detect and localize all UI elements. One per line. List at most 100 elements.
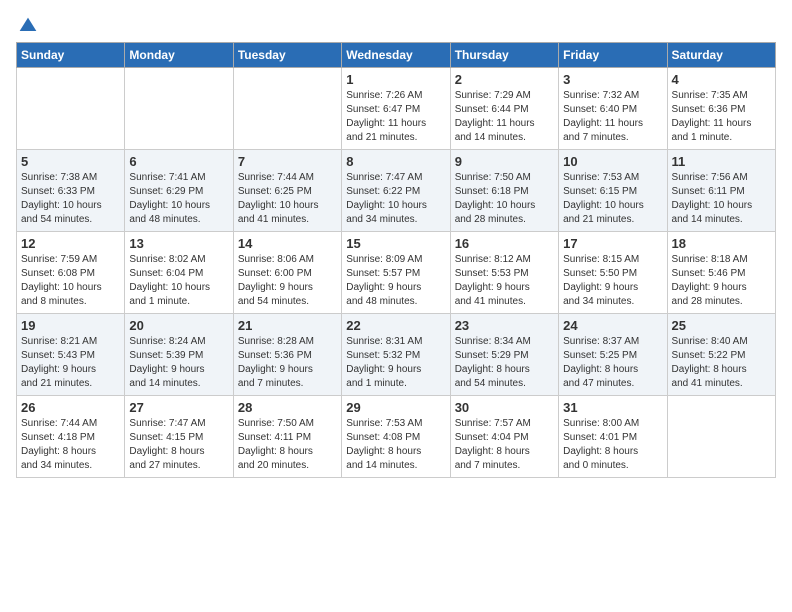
- cell-content: Sunrise: 7:26 AM Sunset: 6:47 PM Dayligh…: [346, 89, 445, 145]
- calendar-cell: 2 Sunrise: 7:29 AM Sunset: 6:44 PM Daylig…: [450, 68, 558, 150]
- calendar-cell: 29 Sunrise: 7:53 AM Sunset: 4:08 PM Dayli…: [342, 396, 450, 478]
- calendar-cell: 8 Sunrise: 7:47 AM Sunset: 6:22 PM Daylig…: [342, 150, 450, 232]
- calendar-cell: 4 Sunrise: 7:35 AM Sunset: 6:36 PM Daylig…: [667, 68, 775, 150]
- calendar-cell: 11 Sunrise: 7:56 AM Sunset: 6:11 PM Dayli…: [667, 150, 775, 232]
- header-day-wednesday: Wednesday: [342, 43, 450, 68]
- day-number: 5: [21, 154, 120, 169]
- week-row-2: 5 Sunrise: 7:38 AM Sunset: 6:33 PM Daylig…: [17, 150, 776, 232]
- cell-content: Sunrise: 7:53 AM Sunset: 6:15 PM Dayligh…: [563, 171, 662, 227]
- cell-content: Sunrise: 7:35 AM Sunset: 6:36 PM Dayligh…: [672, 89, 771, 145]
- cell-content: Sunrise: 7:56 AM Sunset: 6:11 PM Dayligh…: [672, 171, 771, 227]
- cell-content: Sunrise: 8:40 AM Sunset: 5:22 PM Dayligh…: [672, 335, 771, 391]
- calendar-cell: 6 Sunrise: 7:41 AM Sunset: 6:29 PM Daylig…: [125, 150, 233, 232]
- day-number: 30: [455, 400, 554, 415]
- cell-content: Sunrise: 7:50 AM Sunset: 4:11 PM Dayligh…: [238, 417, 337, 473]
- day-number: 26: [21, 400, 120, 415]
- day-number: 15: [346, 236, 445, 251]
- day-number: 8: [346, 154, 445, 169]
- calendar-cell: 25 Sunrise: 8:40 AM Sunset: 5:22 PM Dayli…: [667, 314, 775, 396]
- cell-content: Sunrise: 7:41 AM Sunset: 6:29 PM Dayligh…: [129, 171, 228, 227]
- week-row-5: 26 Sunrise: 7:44 AM Sunset: 4:18 PM Dayli…: [17, 396, 776, 478]
- header-day-thursday: Thursday: [450, 43, 558, 68]
- calendar-cell: 15 Sunrise: 8:09 AM Sunset: 5:57 PM Dayli…: [342, 232, 450, 314]
- week-row-1: 1Sunrise: 7:26 AM Sunset: 6:47 PM Daylig…: [17, 68, 776, 150]
- day-number: 6: [129, 154, 228, 169]
- day-number: 9: [455, 154, 554, 169]
- header-day-tuesday: Tuesday: [233, 43, 341, 68]
- cell-content: Sunrise: 8:24 AM Sunset: 5:39 PM Dayligh…: [129, 335, 228, 391]
- day-number: 24: [563, 318, 662, 333]
- calendar-cell: 21Sunrise: 8:28 AM Sunset: 5:36 PM Dayli…: [233, 314, 341, 396]
- day-number: 28: [238, 400, 337, 415]
- calendar-cell: 31Sunrise: 8:00 AM Sunset: 4:01 PM Dayli…: [559, 396, 667, 478]
- cell-content: Sunrise: 8:34 AM Sunset: 5:29 PM Dayligh…: [455, 335, 554, 391]
- cell-content: Sunrise: 7:53 AM Sunset: 4:08 PM Dayligh…: [346, 417, 445, 473]
- cell-content: Sunrise: 7:44 AM Sunset: 4:18 PM Dayligh…: [21, 417, 120, 473]
- cell-content: Sunrise: 8:00 AM Sunset: 4:01 PM Dayligh…: [563, 417, 662, 473]
- day-number: 16: [455, 236, 554, 251]
- day-number: 29: [346, 400, 445, 415]
- cell-content: Sunrise: 8:12 AM Sunset: 5:53 PM Dayligh…: [455, 253, 554, 309]
- day-number: 10: [563, 154, 662, 169]
- day-number: 21: [238, 318, 337, 333]
- cell-content: Sunrise: 7:50 AM Sunset: 6:18 PM Dayligh…: [455, 171, 554, 227]
- day-number: 22: [346, 318, 445, 333]
- cell-content: Sunrise: 7:44 AM Sunset: 6:25 PM Dayligh…: [238, 171, 337, 227]
- calendar-cell: 22 Sunrise: 8:31 AM Sunset: 5:32 PM Dayli…: [342, 314, 450, 396]
- calendar-header: SundayMondayTuesdayWednesdayThursdayFrid…: [17, 43, 776, 68]
- cell-content: Sunrise: 8:18 AM Sunset: 5:46 PM Dayligh…: [672, 253, 771, 309]
- calendar-cell: 10 Sunrise: 7:53 AM Sunset: 6:15 PM Dayli…: [559, 150, 667, 232]
- cell-content: Sunrise: 8:09 AM Sunset: 5:57 PM Dayligh…: [346, 253, 445, 309]
- cell-content: Sunrise: 8:21 AM Sunset: 5:43 PM Dayligh…: [21, 335, 120, 391]
- day-number: 14: [238, 236, 337, 251]
- cell-content: Sunrise: 7:38 AM Sunset: 6:33 PM Dayligh…: [21, 171, 120, 227]
- cell-content: Sunrise: 8:37 AM Sunset: 5:25 PM Dayligh…: [563, 335, 662, 391]
- day-number: 18: [672, 236, 771, 251]
- header-day-monday: Monday: [125, 43, 233, 68]
- calendar-cell: 20 Sunrise: 8:24 AM Sunset: 5:39 PM Dayli…: [125, 314, 233, 396]
- page-header: [16, 16, 776, 32]
- calendar-cell: 24 Sunrise: 8:37 AM Sunset: 5:25 PM Dayli…: [559, 314, 667, 396]
- calendar-cell: 1Sunrise: 7:26 AM Sunset: 6:47 PM Daylig…: [342, 68, 450, 150]
- calendar-cell: 26 Sunrise: 7:44 AM Sunset: 4:18 PM Dayli…: [17, 396, 125, 478]
- cell-content: Sunrise: 7:47 AM Sunset: 4:15 PM Dayligh…: [129, 417, 228, 473]
- week-row-3: 12Sunrise: 7:59 AM Sunset: 6:08 PM Dayli…: [17, 232, 776, 314]
- calendar-cell: 16 Sunrise: 8:12 AM Sunset: 5:53 PM Dayli…: [450, 232, 558, 314]
- calendar-cell: 30Sunrise: 7:57 AM Sunset: 4:04 PM Dayli…: [450, 396, 558, 478]
- calendar-cell: [233, 68, 341, 150]
- day-number: 11: [672, 154, 771, 169]
- day-number: 23: [455, 318, 554, 333]
- day-number: 2: [455, 72, 554, 87]
- cell-content: Sunrise: 7:32 AM Sunset: 6:40 PM Dayligh…: [563, 89, 662, 145]
- cell-content: Sunrise: 8:15 AM Sunset: 5:50 PM Dayligh…: [563, 253, 662, 309]
- cell-content: Sunrise: 8:31 AM Sunset: 5:32 PM Dayligh…: [346, 335, 445, 391]
- calendar-cell: [17, 68, 125, 150]
- cell-content: Sunrise: 8:02 AM Sunset: 6:04 PM Dayligh…: [129, 253, 228, 309]
- calendar-cell: 5 Sunrise: 7:38 AM Sunset: 6:33 PM Daylig…: [17, 150, 125, 232]
- cell-content: Sunrise: 7:47 AM Sunset: 6:22 PM Dayligh…: [346, 171, 445, 227]
- day-number: 3: [563, 72, 662, 87]
- calendar-cell: 13 Sunrise: 8:02 AM Sunset: 6:04 PM Dayli…: [125, 232, 233, 314]
- calendar-body: 1Sunrise: 7:26 AM Sunset: 6:47 PM Daylig…: [17, 68, 776, 478]
- day-number: 7: [238, 154, 337, 169]
- calendar-cell: 28 Sunrise: 7:50 AM Sunset: 4:11 PM Dayli…: [233, 396, 341, 478]
- calendar-cell: 7 Sunrise: 7:44 AM Sunset: 6:25 PM Daylig…: [233, 150, 341, 232]
- calendar-cell: 12Sunrise: 7:59 AM Sunset: 6:08 PM Dayli…: [17, 232, 125, 314]
- day-number: 13: [129, 236, 228, 251]
- logo: [16, 16, 38, 32]
- calendar-table: SundayMondayTuesdayWednesdayThursdayFrid…: [16, 42, 776, 478]
- cell-content: Sunrise: 7:29 AM Sunset: 6:44 PM Dayligh…: [455, 89, 554, 145]
- calendar-cell: [667, 396, 775, 478]
- week-row-4: 19 Sunrise: 8:21 AM Sunset: 5:43 PM Dayli…: [17, 314, 776, 396]
- day-number: 25: [672, 318, 771, 333]
- calendar-cell: 18 Sunrise: 8:18 AM Sunset: 5:46 PM Dayli…: [667, 232, 775, 314]
- header-row: SundayMondayTuesdayWednesdayThursdayFrid…: [17, 43, 776, 68]
- header-day-sunday: Sunday: [17, 43, 125, 68]
- day-number: 27: [129, 400, 228, 415]
- day-number: 19: [21, 318, 120, 333]
- calendar-cell: 19 Sunrise: 8:21 AM Sunset: 5:43 PM Dayli…: [17, 314, 125, 396]
- calendar-cell: 27 Sunrise: 7:47 AM Sunset: 4:15 PM Dayli…: [125, 396, 233, 478]
- header-day-saturday: Saturday: [667, 43, 775, 68]
- day-number: 20: [129, 318, 228, 333]
- day-number: 4: [672, 72, 771, 87]
